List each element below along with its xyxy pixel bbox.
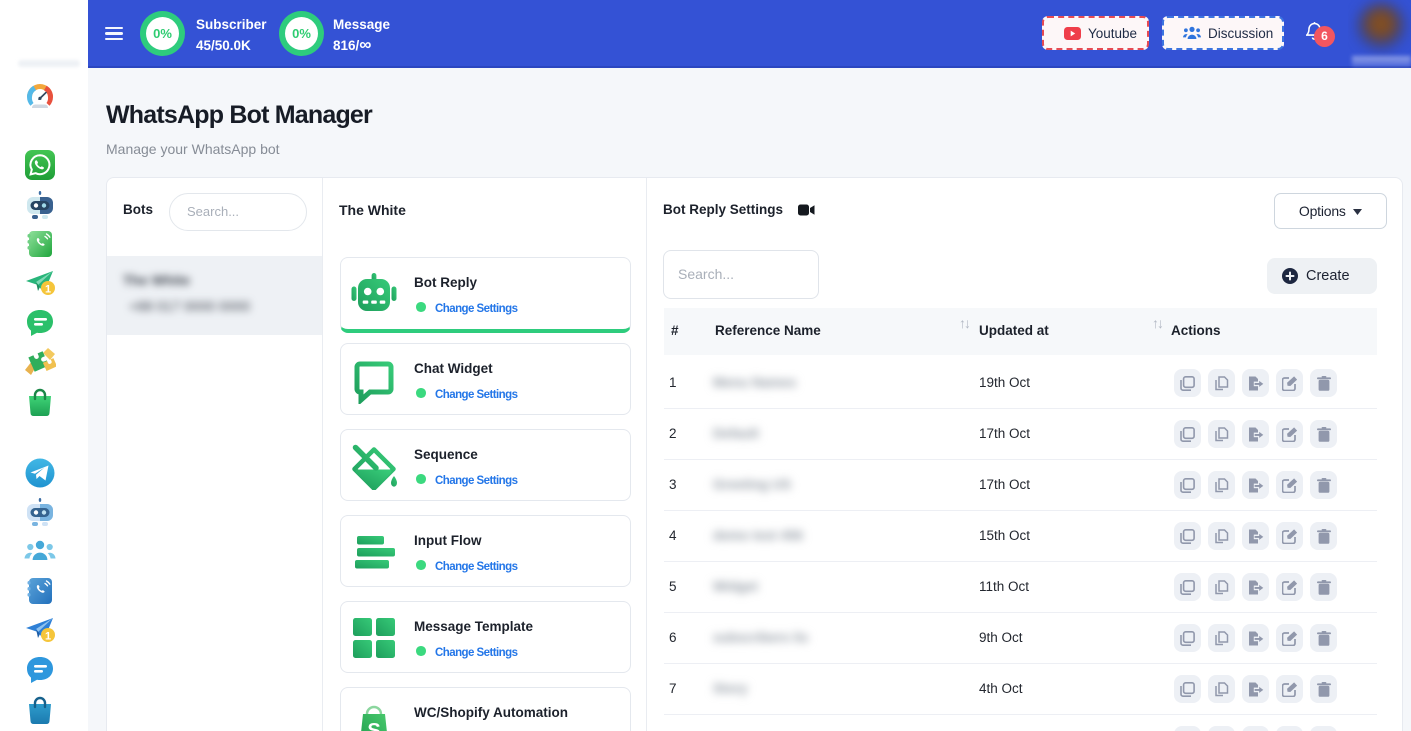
svg-text:S: S bbox=[367, 720, 380, 731]
svg-text:1: 1 bbox=[45, 284, 51, 296]
svg-text:1: 1 bbox=[45, 631, 51, 643]
